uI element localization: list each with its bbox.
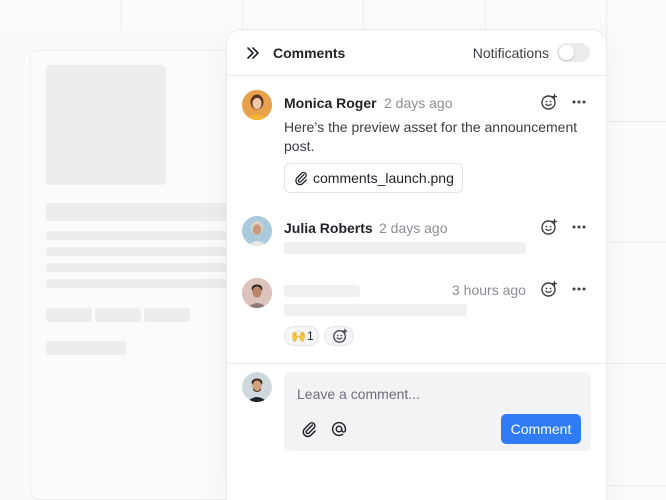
- panel-title: Comments: [273, 45, 346, 61]
- comment-text: Here’s the preview asset for the announc…: [284, 119, 578, 154]
- person-icon: [242, 216, 272, 246]
- attachment-filename: comments_launch.png: [313, 170, 454, 186]
- paperclip-icon[interactable]: [300, 420, 318, 438]
- add-reaction-icon[interactable]: [540, 93, 558, 111]
- notifications-label: Notifications: [472, 45, 549, 61]
- avatar: [242, 216, 272, 246]
- add-reaction-icon[interactable]: [540, 218, 558, 236]
- person-icon: [242, 372, 272, 402]
- comment-author: Monica Roger: [284, 95, 377, 111]
- text-placeholder: [46, 203, 246, 221]
- more-options-icon[interactable]: [570, 280, 588, 298]
- panel-header: Comments Notifications: [227, 30, 606, 76]
- notifications-toggle[interactable]: [557, 43, 590, 62]
- reaction-count: 1: [307, 329, 314, 343]
- comment-time: 3 hours ago: [452, 282, 526, 298]
- comment-composer: Comment: [284, 372, 591, 451]
- comment-author: Julia Roberts: [284, 220, 373, 236]
- text-placeholder: [46, 247, 246, 256]
- attachment-chip[interactable]: comments_launch.png: [284, 163, 463, 193]
- avatar: [242, 278, 272, 308]
- person-icon: [242, 90, 272, 120]
- toggle-knob: [559, 45, 574, 60]
- more-options-icon[interactable]: [570, 218, 588, 236]
- name-placeholder: [284, 285, 360, 297]
- mention-icon[interactable]: [330, 420, 348, 438]
- comments-panel: Comments Notifications Monica Roger 2 da…: [227, 30, 606, 500]
- current-user-avatar: [242, 372, 272, 402]
- add-reaction-icon[interactable]: [540, 280, 558, 298]
- image-placeholder: [46, 65, 166, 185]
- text-placeholder: [46, 341, 126, 355]
- paperclip-icon: [295, 171, 308, 186]
- reaction-chip[interactable]: 🙌 1: [284, 326, 319, 346]
- tag-placeholder: [46, 308, 92, 322]
- more-options-icon[interactable]: [570, 93, 588, 111]
- text-placeholder: [284, 242, 526, 254]
- comment-input[interactable]: [297, 384, 577, 404]
- text-placeholder: [46, 279, 246, 288]
- grid-line: [606, 0, 607, 500]
- comment-time: 2 days ago: [379, 220, 448, 236]
- tag-placeholder: [144, 308, 190, 322]
- text-placeholder: [284, 304, 467, 316]
- reaction-emoji: 🙌: [291, 329, 306, 343]
- avatar: [242, 90, 272, 120]
- submit-comment-button[interactable]: Comment: [501, 414, 581, 444]
- divider: [227, 363, 606, 364]
- add-reaction-chip[interactable]: [324, 326, 354, 346]
- person-icon: [242, 278, 272, 308]
- collapse-panel-icon[interactable]: [245, 45, 261, 61]
- tag-placeholder: [95, 308, 141, 322]
- add-reaction-icon: [333, 328, 348, 343]
- text-placeholder: [46, 231, 246, 240]
- comment-time: 2 days ago: [384, 95, 453, 111]
- text-placeholder: [46, 263, 246, 272]
